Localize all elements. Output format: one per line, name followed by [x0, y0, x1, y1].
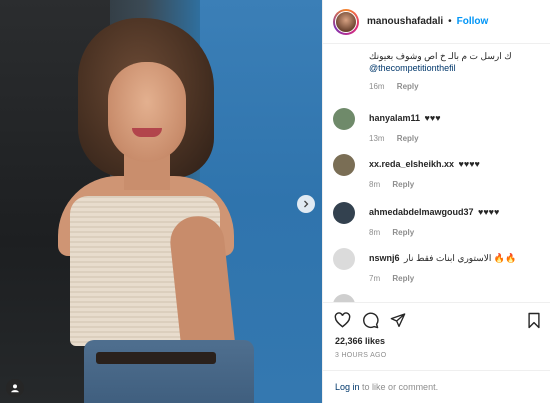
- photo-face: [108, 62, 186, 162]
- caption-text: ك ارسل ت م بالـ خ اص وشوف بعيونك: [369, 51, 512, 61]
- reply-button[interactable]: Reply: [397, 82, 419, 91]
- comment-meta: 8m Reply: [369, 180, 480, 189]
- comment-meta: 13m Reply: [369, 134, 441, 143]
- comment-icon: [362, 312, 379, 328]
- comment-time: 13m: [369, 134, 385, 143]
- author-avatar[interactable]: [333, 8, 359, 35]
- comment-username[interactable]: xx.reda_elsheikh.xx: [369, 159, 454, 169]
- comments-list[interactable]: ك ارسل ت م بالـ خ اص وشوف بعيونك @thecom…: [323, 44, 550, 302]
- chevron-right-icon: [304, 200, 309, 208]
- comment-text: ♥♥♥: [424, 113, 441, 123]
- like-button[interactable]: [333, 311, 351, 329]
- next-photo-button[interactable]: [297, 195, 315, 213]
- comment-username[interactable]: hanyalam11: [369, 113, 420, 123]
- avatar[interactable]: [333, 154, 355, 176]
- save-button[interactable]: [525, 311, 543, 329]
- avatar[interactable]: [333, 294, 355, 302]
- comment-time: 16m: [369, 82, 385, 91]
- login-link[interactable]: Log in: [335, 382, 360, 392]
- save-icon: [528, 312, 540, 328]
- caption-mention[interactable]: @thecompetitionthefil: [369, 62, 545, 74]
- photo-jeans: [84, 340, 254, 403]
- reply-button[interactable]: Reply: [392, 228, 414, 237]
- avatar[interactable]: [333, 202, 355, 224]
- post-photo[interactable]: [0, 0, 322, 403]
- comment-time: 8m: [369, 180, 381, 189]
- user-tag-button[interactable]: [6, 379, 24, 397]
- comment-meta: 8m Reply: [369, 228, 499, 237]
- user-tag-icon: [11, 384, 19, 393]
- list-item: hanyalam11 ♥♥♥ 13m Reply: [333, 108, 545, 143]
- login-prompt: Log in to like or comment.: [323, 370, 550, 403]
- comment-text: الاستوري ابنات فقط نار 🔥🔥: [403, 253, 517, 263]
- likes-count[interactable]: 22,366 likes: [335, 336, 385, 346]
- comment-text: ♥♥♥♥: [477, 207, 500, 217]
- reply-button[interactable]: Reply: [392, 274, 414, 283]
- comment-username[interactable]: nswnj6: [369, 253, 400, 263]
- list-item: [333, 294, 545, 302]
- list-item: ahmedabdelmawgoud37 ♥♥♥♥ 8m Reply: [333, 202, 545, 237]
- heart-icon: [334, 312, 350, 328]
- header-separator: •: [448, 16, 452, 27]
- list-item: xx.reda_elsheikh.xx ♥♥♥♥ 8m Reply: [333, 154, 545, 189]
- caption-comment: ك ارسل ت م بالـ خ اص وشوف بعيونك @thecom…: [369, 50, 545, 91]
- comment-button[interactable]: [361, 311, 379, 329]
- list-item: nswnj6 الاستوري ابنات فقط نار 🔥🔥 7m Repl…: [333, 248, 545, 283]
- action-bar: [323, 302, 550, 332]
- comment-username[interactable]: ahmedabdelmawgoud37: [369, 207, 474, 217]
- comment-meta: 16m Reply: [369, 82, 545, 91]
- share-icon: [390, 313, 406, 327]
- avatar[interactable]: [333, 248, 355, 270]
- comment-time: 8m: [369, 228, 381, 237]
- post-timestamp: 3 HOURS AGO: [335, 352, 387, 359]
- reply-button[interactable]: Reply: [397, 134, 419, 143]
- photo-lips: [132, 128, 162, 137]
- post-sidebar: manoushafadali • Follow ك ارسل ت م بالـ …: [322, 0, 550, 403]
- follow-button[interactable]: Follow: [457, 16, 489, 27]
- share-button[interactable]: [389, 311, 407, 329]
- author-username[interactable]: manoushafadali: [367, 16, 443, 27]
- comment-text: ♥♥♥♥: [458, 159, 480, 169]
- login-suffix: to like or comment.: [362, 382, 439, 392]
- comment-meta: 7m Reply: [369, 274, 516, 283]
- avatar[interactable]: [333, 108, 355, 130]
- post-header: manoushafadali • Follow: [323, 0, 550, 44]
- comment-time: 7m: [369, 274, 381, 283]
- reply-button[interactable]: Reply: [392, 180, 414, 189]
- photo-belt: [96, 352, 216, 364]
